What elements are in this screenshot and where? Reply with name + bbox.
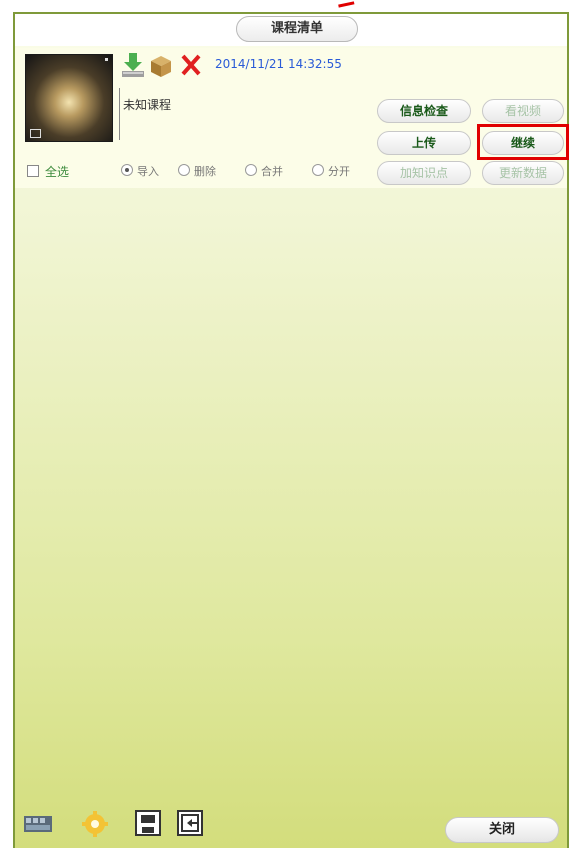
course-name: 未知课程	[123, 98, 172, 112]
download-icon[interactable]	[121, 52, 145, 78]
annotation-mark	[337, 0, 355, 8]
divider	[119, 88, 120, 140]
close-icon[interactable]	[179, 52, 203, 78]
radio-split-label: 分开	[328, 165, 350, 178]
course-list-window: 课程清单 2014/11/21 14:32:55 未知课程 信息检查 上传 加知…	[13, 12, 569, 848]
select-all-label: 全选	[45, 165, 70, 179]
package-icon[interactable]	[149, 54, 173, 78]
radio-delete-label: 删除	[194, 165, 216, 178]
film-icon[interactable]	[23, 812, 53, 838]
highlight-box	[477, 124, 569, 160]
radio-import[interactable]	[121, 164, 133, 176]
radio-merge[interactable]	[245, 164, 257, 176]
window-title: 课程清单	[236, 16, 358, 42]
course-timestamp: 2014/11/21 14:32:55	[215, 57, 342, 71]
select-all-checkbox[interactable]	[27, 165, 39, 177]
course-thumbnail[interactable]	[25, 54, 113, 142]
update-data-button[interactable]: 更新数据	[482, 161, 564, 185]
radio-import-label: 导入	[137, 165, 159, 178]
course-item: 2014/11/21 14:32:55 未知课程 信息检查 上传 加知识点 看视…	[15, 48, 569, 188]
add-point-button[interactable]: 加知识点	[377, 161, 471, 185]
import-icon[interactable]	[177, 810, 203, 840]
upload-button[interactable]: 上传	[377, 131, 471, 155]
gear-icon[interactable]	[81, 810, 109, 842]
watch-video-button[interactable]: 看视频	[482, 99, 564, 123]
radio-merge-label: 合并	[261, 165, 283, 178]
close-button[interactable]: 关闭	[445, 817, 559, 843]
save-icon[interactable]	[135, 810, 161, 840]
radio-delete[interactable]	[178, 164, 190, 176]
thumbnail-dot	[105, 58, 108, 61]
video-icon	[30, 129, 41, 138]
info-check-button[interactable]: 信息检查	[377, 99, 471, 123]
radio-split[interactable]	[312, 164, 324, 176]
